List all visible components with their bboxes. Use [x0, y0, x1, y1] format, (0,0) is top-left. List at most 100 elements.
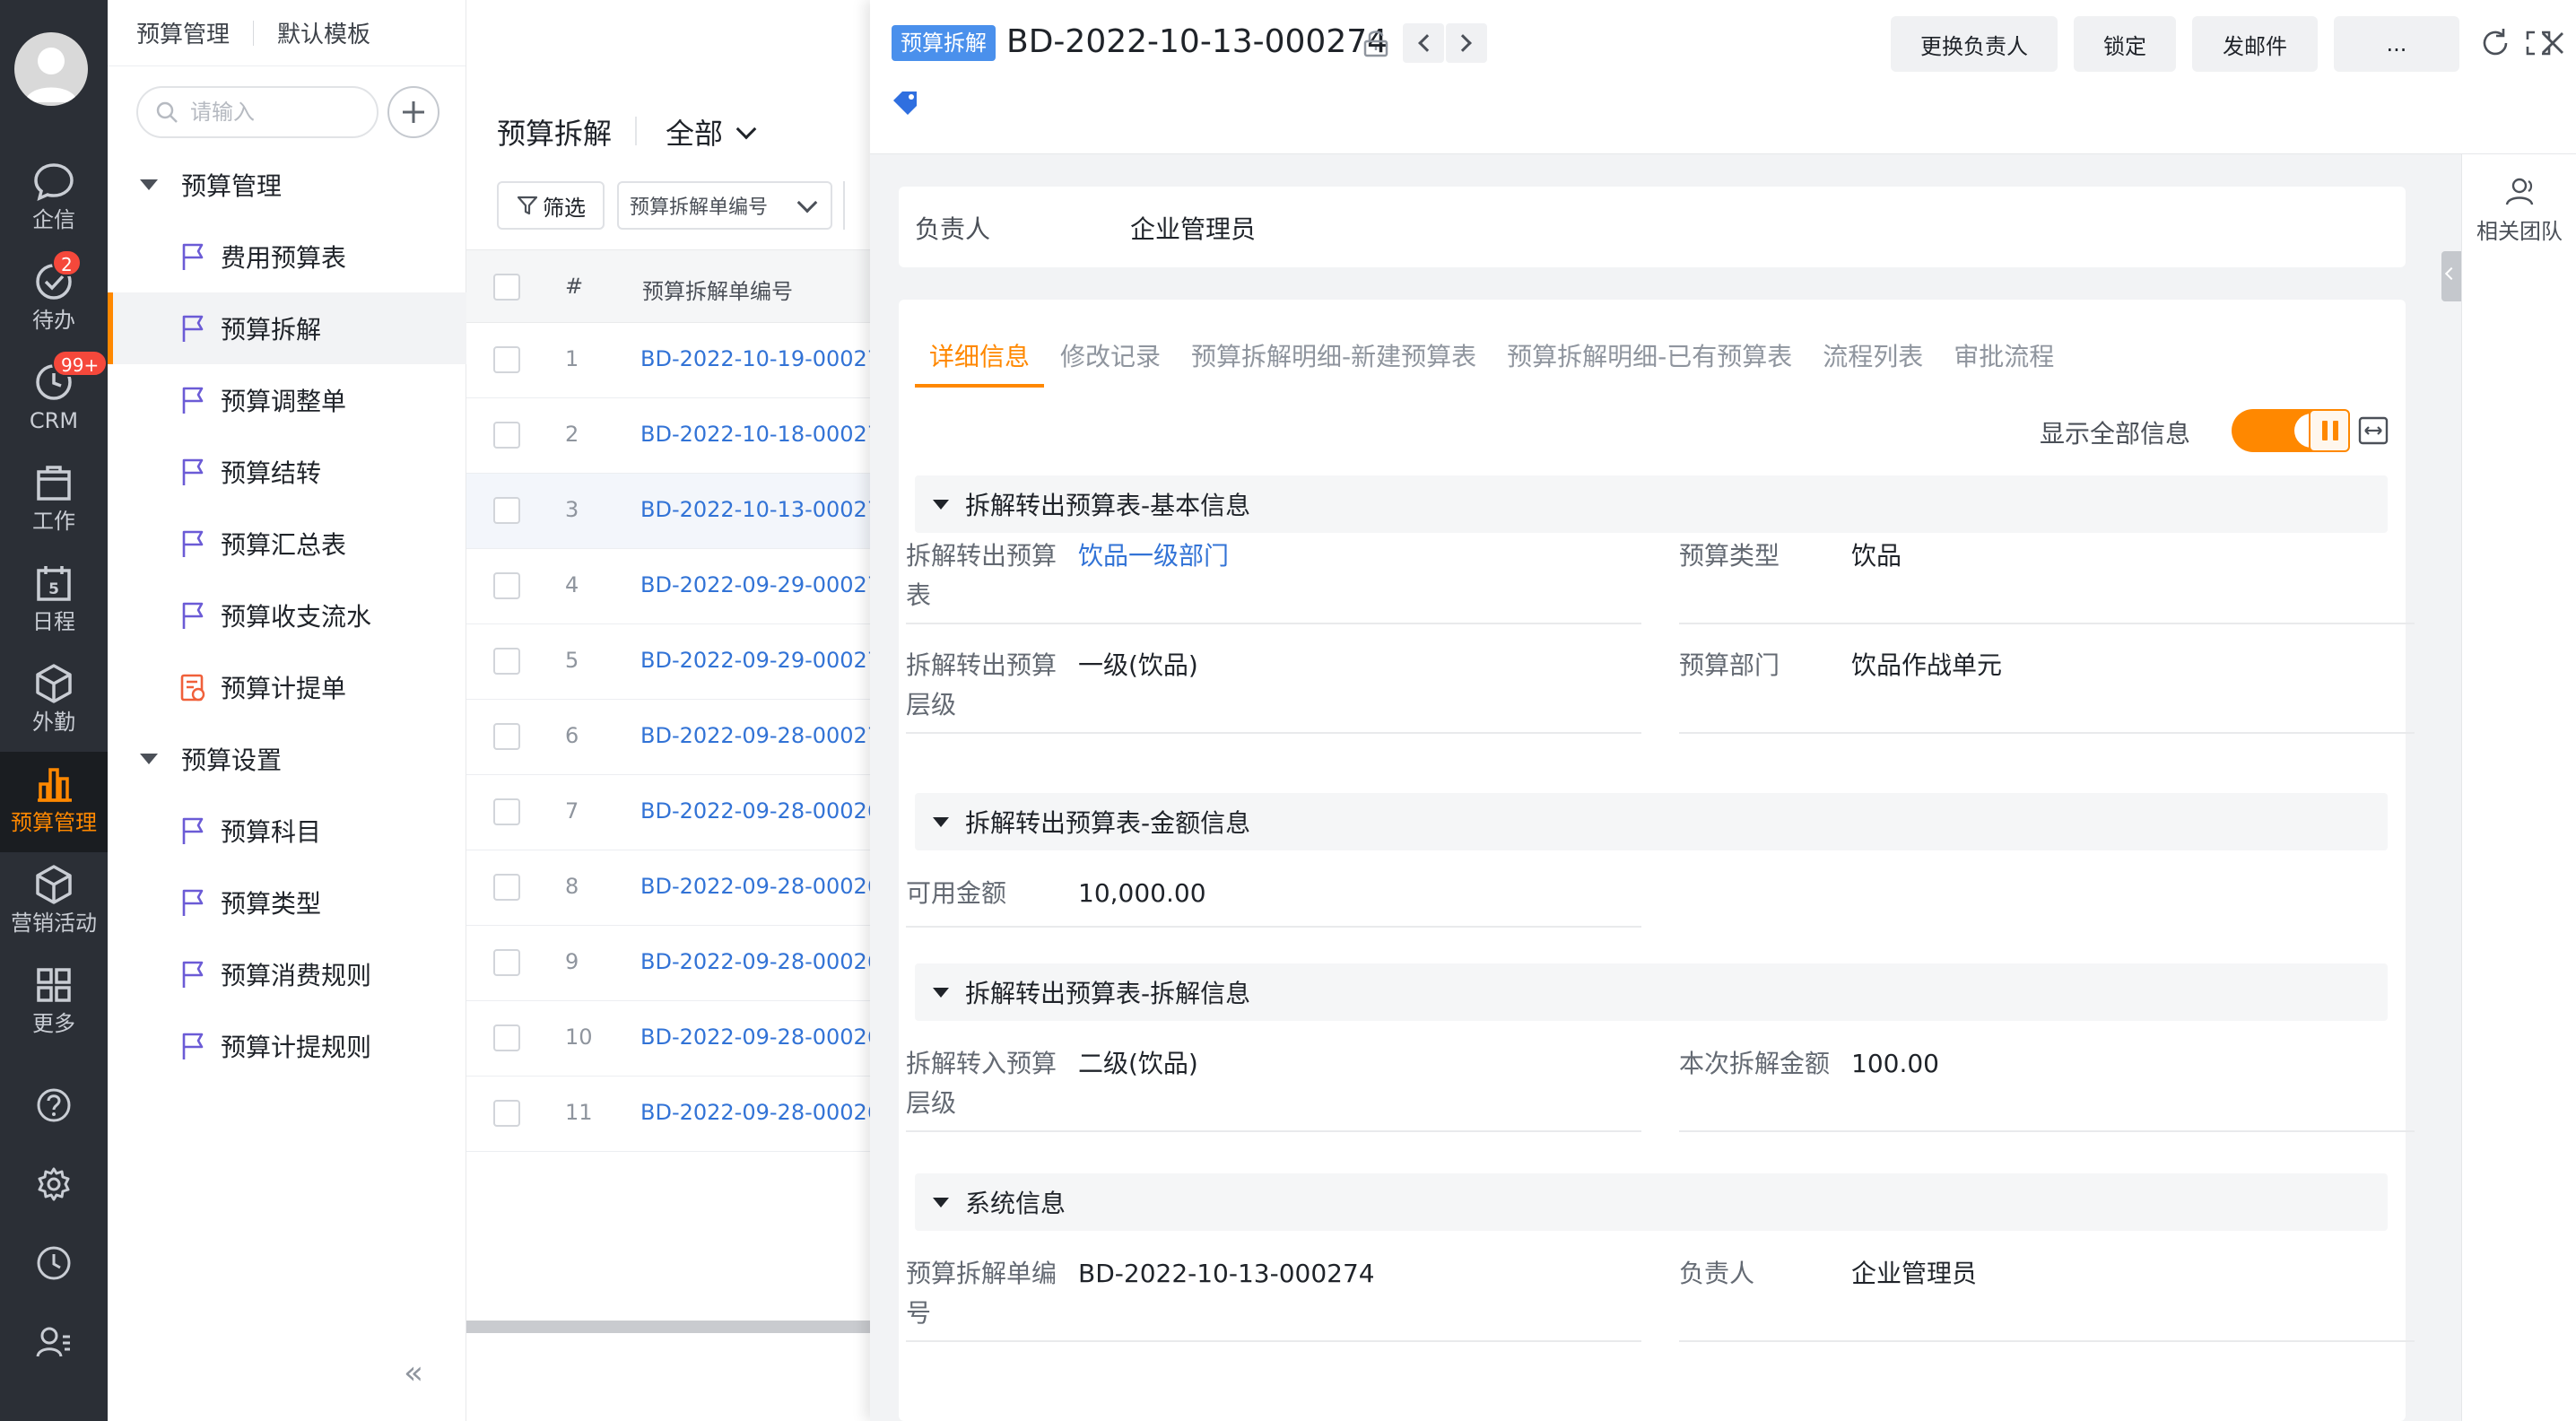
table-row-selected[interactable]: 3 BD-2022-10-13-000274	[466, 474, 870, 549]
template-selector[interactable]: 默认模板	[277, 16, 370, 49]
row-checkbox[interactable]	[493, 497, 520, 524]
field-select[interactable]: 预算拆解单编号	[617, 181, 832, 230]
table-row[interactable]: 1 BD-2022-10-19-000276	[466, 323, 870, 398]
more-actions-button[interactable]: ...	[2334, 16, 2459, 72]
row-code-link[interactable]: BD-2022-09-29-000272	[640, 572, 870, 597]
rail-item-field[interactable]: 外勤	[0, 660, 108, 750]
sidebar-item-budget-accrual[interactable]: 预算计提单	[108, 651, 466, 723]
row-checkbox[interactable]	[493, 648, 520, 675]
tab-approval-flow[interactable]: 审批流程	[1939, 330, 2068, 388]
sidebar-item-consumption-rule[interactable]: 预算消费规则	[108, 938, 466, 1010]
user-avatar[interactable]	[14, 32, 88, 106]
rail-item-qixin[interactable]: 企信	[0, 158, 108, 248]
label-tag-icon[interactable]	[888, 86, 922, 120]
table-row[interactable]: 11 BD-2022-09-28-000264	[466, 1077, 870, 1152]
table-row[interactable]: 7 BD-2022-09-28-000269	[466, 775, 870, 850]
section-basic-info[interactable]: 拆解转出预算表-基本信息	[915, 475, 2388, 533]
row-checkbox[interactable]	[493, 798, 520, 825]
row-code-link[interactable]: BD-2022-10-13-000274	[640, 497, 870, 522]
history-button[interactable]	[0, 1243, 108, 1306]
side-panel-toggle[interactable]	[2441, 251, 2461, 301]
filter-button[interactable]: 筛选	[497, 181, 605, 230]
rail-item-work[interactable]: 工作	[0, 459, 108, 549]
rail-item-todo[interactable]: 待办	[0, 258, 108, 348]
sidebar-item-budget-summary[interactable]: 预算汇总表	[108, 508, 466, 580]
sidebar-item-budget-split[interactable]: 预算拆解	[108, 292, 466, 364]
tab-change-log[interactable]: 修改记录	[1046, 330, 1175, 388]
scope-selector[interactable]: 全部	[666, 111, 757, 153]
sidebar-item-budget-subject[interactable]: 预算科目	[108, 795, 466, 867]
sidebar-search-input[interactable]	[190, 100, 370, 125]
section-system-info[interactable]: 系统信息	[915, 1173, 2388, 1231]
row-checkbox[interactable]	[493, 1100, 520, 1127]
refresh-icon[interactable]	[2477, 25, 2513, 61]
row-code-link[interactable]: BD-2022-09-29-000271	[640, 648, 870, 673]
tab-split-existing-budget[interactable]: 预算拆解明细-已有预算表	[1493, 330, 1806, 388]
lock-button[interactable]: 锁定	[2074, 16, 2176, 72]
sidebar-item-budget-flow[interactable]: 预算收支流水	[108, 580, 466, 651]
related-team-panel[interactable]: 相关团队	[2461, 154, 2576, 1421]
table-row[interactable]: 10 BD-2022-09-28-000266	[466, 1001, 870, 1077]
user-manage-button[interactable]	[0, 1322, 108, 1385]
caret-down-icon	[933, 499, 949, 510]
work-briefcase-icon	[37, 466, 71, 501]
row-checkbox[interactable]	[493, 1024, 520, 1051]
rail-item-more[interactable]: 更多	[0, 962, 108, 1051]
table-row[interactable]: 9 BD-2022-09-28-000267	[466, 926, 870, 1001]
help-button[interactable]	[0, 1085, 108, 1148]
unlock-icon[interactable]	[1360, 27, 1392, 59]
row-checkbox[interactable]	[493, 422, 520, 449]
table-row[interactable]: 8 BD-2022-09-28-000268	[466, 850, 870, 926]
row-checkbox[interactable]	[493, 949, 520, 976]
table-row[interactable]: 2 BD-2022-10-18-000275	[466, 398, 870, 474]
row-code-link[interactable]: BD-2022-10-18-000275	[640, 422, 870, 447]
field-value: 饮品	[1851, 541, 1902, 571]
row-code-link[interactable]: BD-2022-09-28-000266	[640, 1024, 870, 1050]
expand-width-icon[interactable]	[2357, 411, 2389, 450]
rail-item-budget[interactable]: 预算管理	[0, 752, 108, 852]
rail-item-marketing[interactable]: 营销活动	[0, 861, 108, 951]
tab-details[interactable]: 详细信息	[915, 330, 1045, 388]
add-button[interactable]	[387, 86, 439, 138]
settings-button[interactable]	[0, 1164, 108, 1227]
select-all-checkbox[interactable]	[493, 274, 520, 301]
table-row[interactable]: 6 BD-2022-09-28-000270	[466, 700, 870, 775]
close-icon[interactable]	[2535, 25, 2571, 61]
table-row[interactable]: 5 BD-2022-09-29-000271	[466, 624, 870, 700]
search-value-input[interactable]	[843, 181, 870, 230]
two-column-layout-button[interactable]	[2309, 409, 2350, 452]
prev-record-button[interactable]	[1403, 23, 1444, 63]
section-amount-info[interactable]: 拆解转出预算表-金额信息	[915, 793, 2388, 850]
sidebar-item-budget-adjust[interactable]: 预算调整单	[108, 364, 466, 436]
column-header-code[interactable]: 预算拆解单编号	[642, 274, 793, 305]
row-index: 4	[565, 572, 579, 597]
sidebar-group-budget-settings[interactable]: 预算设置	[108, 723, 466, 795]
row-checkbox[interactable]	[493, 346, 520, 373]
send-email-button[interactable]: 发邮件	[2192, 16, 2318, 72]
row-checkbox[interactable]	[493, 572, 520, 599]
row-checkbox[interactable]	[493, 723, 520, 750]
sidebar-item-expense-budget[interactable]: 费用预算表	[108, 221, 466, 292]
table-row[interactable]: 4 BD-2022-09-29-000272	[466, 549, 870, 624]
section-split-info[interactable]: 拆解转出预算表-拆解信息	[915, 963, 2388, 1021]
rail-label: 营销活动	[11, 911, 97, 936]
collapse-sidebar-button[interactable]: «	[404, 1355, 423, 1391]
row-code-link[interactable]: BD-2022-09-28-000267	[640, 949, 870, 974]
row-code-link[interactable]: BD-2022-09-28-000270	[640, 723, 870, 748]
sidebar-group-budget-management[interactable]: 预算管理	[108, 149, 466, 221]
next-record-button[interactable]	[1446, 23, 1487, 63]
rail-item-calendar[interactable]: 5 日程	[0, 560, 108, 649]
horizontal-scrollbar[interactable]	[466, 1321, 870, 1333]
row-code-link[interactable]: BD-2022-09-28-000269	[640, 798, 870, 824]
row-checkbox[interactable]	[493, 874, 520, 901]
tab-process-list[interactable]: 流程列表	[1808, 330, 1937, 388]
row-code-link[interactable]: BD-2022-09-28-000264	[640, 1100, 870, 1125]
sidebar-item-budget-carryover[interactable]: 预算结转	[108, 436, 466, 508]
row-code-link[interactable]: BD-2022-09-28-000268	[640, 874, 870, 899]
tab-split-new-budget[interactable]: 预算拆解明细-新建预算表	[1177, 330, 1491, 388]
sidebar-item-accrual-rule[interactable]: 预算计提规则	[108, 1010, 466, 1082]
field-value-link[interactable]: 饮品一级部门	[1078, 536, 1229, 576]
sidebar-item-budget-type[interactable]: 预算类型	[108, 867, 466, 938]
row-code-link[interactable]: BD-2022-10-19-000276	[640, 346, 870, 371]
change-owner-button[interactable]: 更换负责人	[1891, 16, 2058, 72]
